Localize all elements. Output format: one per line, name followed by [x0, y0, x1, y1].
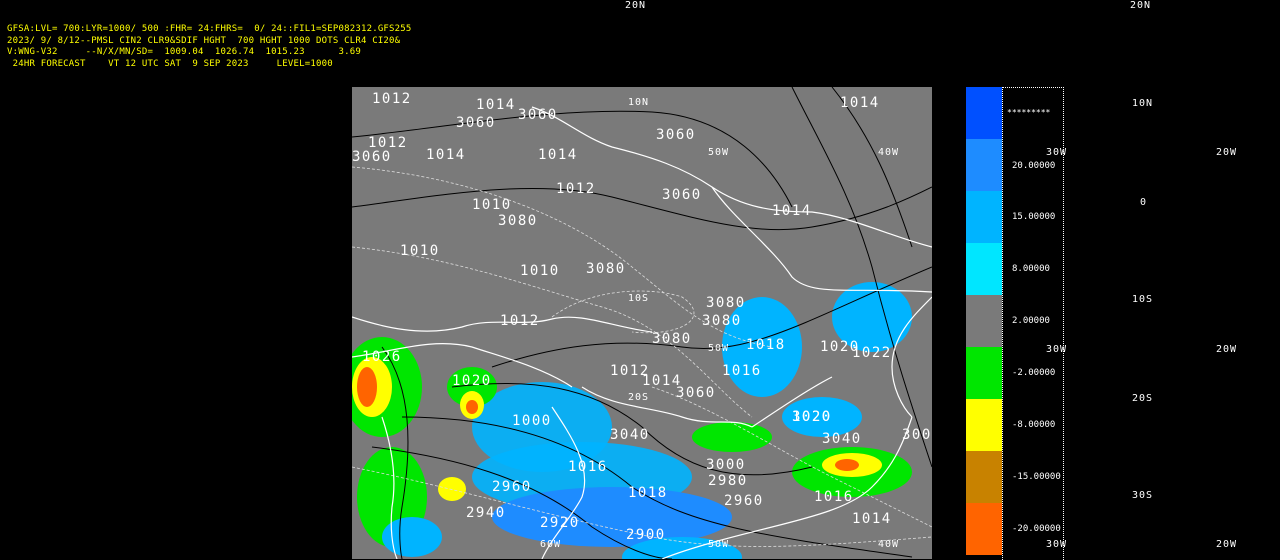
header-line-3: V:WNG-V32 --N/X/MN/SD= 1009.04 1026.74 1… — [7, 47, 361, 57]
contour-label: 1014 — [476, 97, 516, 113]
header-line-4: 24HR FORECAST VT 12 UTC SAT 9 SEP 2023 L… — [7, 58, 333, 69]
header-text: GFSA:LVL= 700:LYR=1000/ 500 :FHR= 24:FHR… — [7, 24, 412, 70]
contour-label: 1016 — [722, 363, 762, 379]
contour-label: 2960 — [724, 493, 764, 509]
contour-label: 3000 — [902, 427, 932, 443]
lon-label: 40W — [878, 147, 900, 158]
contour-label: 3080 — [498, 213, 538, 229]
lat-label-10s: 10S — [1132, 294, 1154, 305]
colorbar-swatch — [966, 399, 1002, 451]
contour-label: 2940 — [466, 505, 506, 521]
lat-label-20n-left: 20N — [625, 0, 647, 11]
contour-label: 3040 — [610, 427, 650, 443]
colorbar-value: -8.00000 — [1012, 420, 1056, 430]
contour-label: 3060 — [676, 385, 716, 401]
contour-label: 3060 — [662, 187, 702, 203]
colorbar-swatch — [966, 87, 1002, 139]
contour-label: 1026 — [362, 349, 402, 365]
contour-label: 1022 — [852, 345, 892, 361]
lat-label-30s: 30S — [1132, 490, 1154, 501]
contour-label: 1010 — [472, 197, 512, 213]
lat-label-10n: 10N — [1132, 98, 1154, 109]
contour-label: 1016 — [814, 489, 854, 505]
contour-label: 2980 — [708, 473, 748, 489]
colorbar — [966, 87, 1002, 559]
contour-label: 1016 — [568, 459, 608, 475]
colorbar-swatch — [966, 295, 1002, 347]
lat-label-20s: 20S — [1132, 393, 1154, 404]
colorbar-value: 20.00000 — [1012, 161, 1056, 171]
contour-label: 3080 — [652, 331, 692, 347]
contour-label: 3040 — [822, 431, 862, 447]
contour-label: 1018 — [628, 485, 668, 501]
contour-label: 1010 — [520, 263, 560, 279]
colorbar-swatch — [966, 191, 1002, 243]
contour-label: 3060 — [518, 107, 558, 123]
contour-label: 1012 — [500, 313, 540, 329]
contour-label: 3000 — [706, 457, 746, 473]
contour-label: 1020 — [452, 373, 492, 389]
colorbar-value: -20.00000 — [1012, 524, 1061, 534]
lon-label: 50W — [708, 343, 730, 354]
colorbar-value: 15.00000 — [1012, 212, 1056, 222]
lon-label: 40W — [878, 539, 900, 550]
contour-label: 2920 — [540, 515, 580, 531]
lat-label-20n-right: 20N — [1130, 0, 1152, 11]
lat-label-0: 0 — [1140, 197, 1148, 208]
contour-label: 2960 — [492, 479, 532, 495]
contour-label: 3060 — [352, 149, 392, 165]
header-line-1: GFSA:LVL= 700:LYR=1000/ 500 :FHR= 24:FHR… — [7, 24, 412, 34]
contour-label: 3080 — [586, 261, 626, 277]
lon-label: 50W — [708, 147, 730, 158]
contour-label: 3060 — [656, 127, 696, 143]
colorbar-top-label: ********* — [1007, 108, 1051, 117]
colorbar-swatch — [966, 139, 1002, 191]
lon-label-20w-2: 20W — [1216, 344, 1238, 355]
contour-label: 3020 — [792, 409, 832, 425]
lon-label: 50W — [708, 539, 730, 550]
contour-label: 1012 — [372, 91, 412, 107]
header-line-2: 2023/ 9/ 8/12--PMSL CIN2 CLR9&SDIF HGHT … — [7, 35, 401, 46]
colorbar-value: -15.00000 — [1012, 472, 1061, 482]
lat-label: 10N — [628, 97, 650, 108]
contour-label: 1018 — [746, 337, 786, 353]
contour-label: 3080 — [702, 313, 742, 329]
colorbar-value: 8.00000 — [1012, 264, 1050, 274]
contour-label: 1014 — [852, 511, 892, 527]
colorbar-swatch — [966, 347, 1002, 399]
lat-label: 20S — [628, 392, 650, 403]
contour-label: 3080 — [706, 295, 746, 311]
colorbar-value: -2.00000 — [1012, 368, 1056, 378]
colorbar-swatch — [966, 451, 1002, 503]
contour-label: 1014 — [772, 203, 812, 219]
contour-label: 1012 — [556, 181, 596, 197]
lon-label: 60W — [540, 539, 562, 550]
contour-label: 1014 — [426, 147, 466, 163]
contour-label: 1000 — [512, 413, 552, 429]
contour-label: 1010 — [400, 243, 440, 259]
lon-label-20w-1: 20W — [1216, 147, 1238, 158]
lon-label-20w-3: 20W — [1216, 539, 1238, 550]
lat-label: 10S — [628, 293, 650, 304]
colorbar-swatch — [966, 243, 1002, 295]
colorbar-swatch — [966, 503, 1002, 555]
contour-label: 3060 — [456, 115, 496, 131]
contour-label: 2900 — [626, 527, 666, 543]
weather-map: 1012 1014 1014 1012 1014 1014 1012 1010 … — [352, 87, 932, 559]
contour-label: 1014 — [840, 95, 880, 111]
contour-label: 1014 — [538, 147, 578, 163]
colorbar-value: 2.00000 — [1012, 316, 1050, 326]
